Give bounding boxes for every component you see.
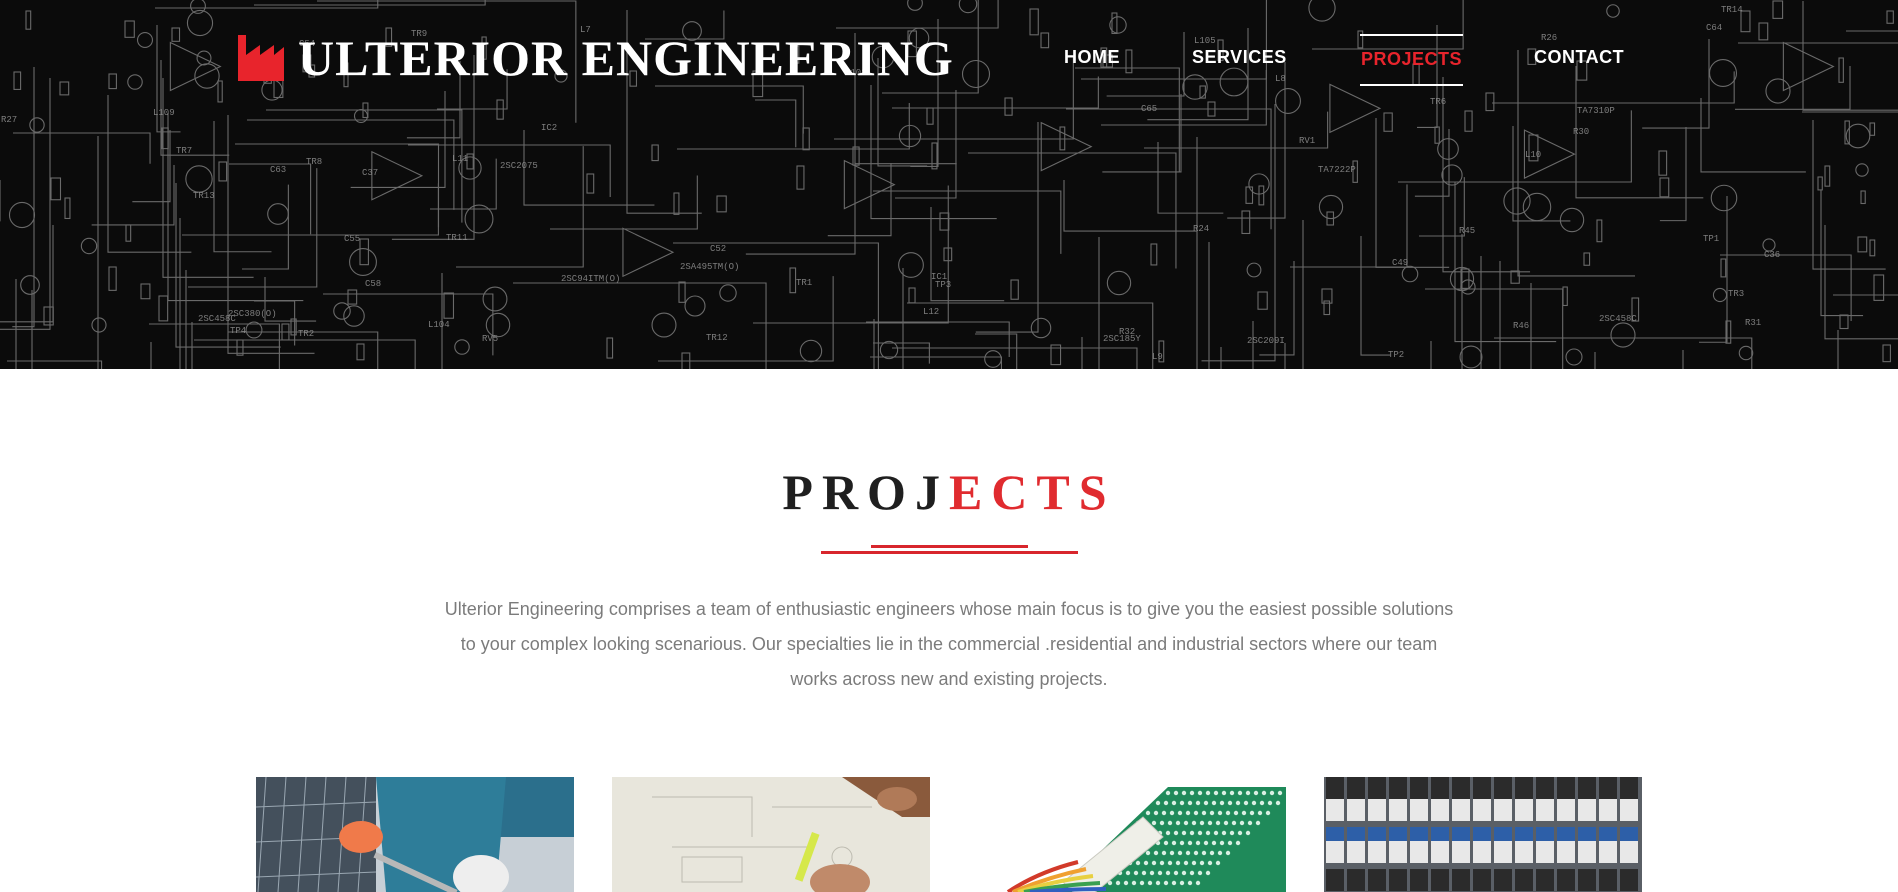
nav-home[interactable]: HOME <box>1064 34 1120 86</box>
hero-banner: 2SC2075 2SC209I 2SC94ITM(O) 2SC458C TA7222P 2… <box>0 0 1898 369</box>
svg-text:C52: C52 <box>710 244 726 254</box>
svg-text:2SC458C: 2SC458C <box>1599 314 1637 324</box>
brand-logo[interactable]: ULTERIOR ENGINEERING <box>236 30 954 86</box>
svg-text:TR3: TR3 <box>1728 289 1744 299</box>
svg-text:L11: L11 <box>452 154 468 164</box>
intro-line: Ulterior Engineering comprises a team of… <box>444 599 1454 619</box>
svg-text:R31: R31 <box>1745 318 1761 328</box>
svg-text:L9: L9 <box>1152 352 1163 362</box>
svg-text:C65: C65 <box>1141 104 1157 114</box>
svg-text:TA7222P: TA7222P <box>1318 165 1356 175</box>
svg-text:L10: L10 <box>1525 150 1541 160</box>
svg-text:2SA495TM(O): 2SA495TM(O) <box>680 262 739 272</box>
svg-text:2SC2075: 2SC2075 <box>500 161 538 171</box>
svg-text:RV1: RV1 <box>1299 136 1315 146</box>
svg-text:TP1: TP1 <box>1703 234 1719 244</box>
svg-text:C37: C37 <box>362 168 378 178</box>
title-divider-top <box>871 545 1028 548</box>
svg-text:2SC94ITM(O): 2SC94ITM(O) <box>561 274 620 284</box>
svg-text:TR12: TR12 <box>706 333 728 343</box>
project-card-panel[interactable] <box>1324 777 1642 892</box>
intro-text: Ulterior Engineering comprises a team of… <box>440 592 1458 697</box>
svg-text:R27: R27 <box>1 115 17 125</box>
brand-name: ULTERIOR ENGINEERING <box>298 30 954 86</box>
intro-line: works across new and existing projects. <box>790 669 1108 689</box>
svg-text:L109: L109 <box>153 108 175 118</box>
nav-projects[interactable]: PROJECTS <box>1360 34 1464 86</box>
factory-icon <box>238 35 284 81</box>
svg-text:TR14: TR14 <box>1721 5 1743 15</box>
svg-text:TR7: TR7 <box>176 146 192 156</box>
svg-text:C64: C64 <box>1706 23 1722 33</box>
svg-text:R24: R24 <box>1193 224 1209 234</box>
svg-text:C36: C36 <box>1764 250 1780 260</box>
svg-text:IC2: IC2 <box>541 123 557 133</box>
project-card-blueprint[interactable] <box>612 777 930 892</box>
svg-text:TR13: TR13 <box>193 191 215 201</box>
svg-text:L104: L104 <box>428 320 450 330</box>
svg-text:C58: C58 <box>365 279 381 289</box>
intro-line: to your complex looking scenarious. Our … <box>460 634 1438 654</box>
svg-text:TA7310P: TA7310P <box>1577 106 1615 116</box>
nav-contact[interactable]: CONTACT <box>1534 34 1624 86</box>
page-title-part-red: ECTS <box>948 464 1116 520</box>
page-title-part-dark: PROJ <box>782 464 949 520</box>
svg-text:TR11: TR11 <box>446 233 468 243</box>
svg-text:L12: L12 <box>923 307 939 317</box>
project-card-solar[interactable] <box>256 777 574 892</box>
svg-text:R46: R46 <box>1513 321 1529 331</box>
svg-text:2SC209I: 2SC209I <box>1247 336 1285 346</box>
svg-text:TP4: TP4 <box>230 326 246 336</box>
svg-text:2SC458C: 2SC458C <box>198 314 236 324</box>
svg-text:IC1: IC1 <box>931 272 947 282</box>
svg-text:R45: R45 <box>1459 226 1475 236</box>
svg-text:C55: C55 <box>344 234 360 244</box>
title-divider-bottom <box>821 551 1078 554</box>
svg-text:R30: R30 <box>1573 127 1589 137</box>
svg-text:TP2: TP2 <box>1388 350 1404 360</box>
svg-text:TR2: TR2 <box>298 329 314 339</box>
svg-text:TR8: TR8 <box>306 157 322 167</box>
svg-text:TR1: TR1 <box>796 278 812 288</box>
svg-text:R32: R32 <box>1119 327 1135 337</box>
svg-text:C49: C49 <box>1392 258 1408 268</box>
project-card-pcb[interactable] <box>968 777 1286 892</box>
nav-services[interactable]: SERVICES <box>1192 34 1287 86</box>
circuit-board-connector-photo <box>968 777 1286 892</box>
page-title: PROJECTS <box>0 462 1898 522</box>
solar-panel-installation-photo <box>256 777 574 892</box>
electrical-panel-relays-photo <box>1324 777 1642 892</box>
svg-text:RV5: RV5 <box>482 334 498 344</box>
svg-text:TR6: TR6 <box>1430 97 1446 107</box>
blueprint-drafting-photo <box>612 777 930 892</box>
svg-text:C63: C63 <box>270 165 286 175</box>
